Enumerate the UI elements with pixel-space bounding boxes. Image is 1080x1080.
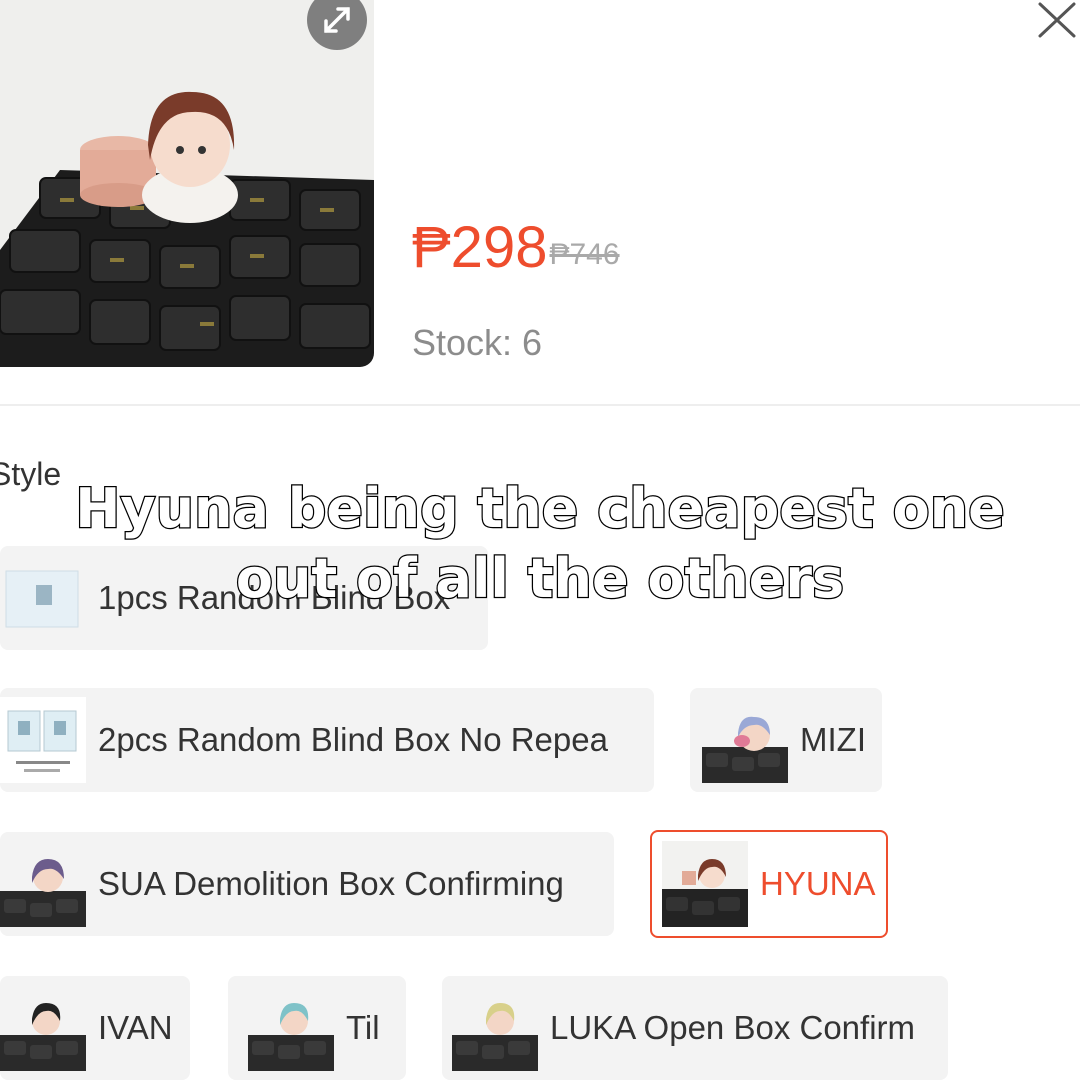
option-label: Til [346,1009,380,1046]
close-icon [1038,2,1076,38]
option-2pcs-random-blind-box[interactable]: 2pcs Random Blind Box No Repea [0,688,654,792]
original-price: ₱746 [549,238,620,271]
caption-line-2: out of all the others [235,546,846,612]
option-label: MIZI [800,721,866,758]
option-ivan[interactable]: IVAN [0,976,190,1080]
caption-overlay: Hyuna being the cheapest one out of all … [0,474,1080,614]
figure-icon [702,697,788,783]
figure-icon [0,841,86,927]
box-icon [0,697,86,783]
divider [0,404,1080,406]
option-label: IVAN [98,1009,173,1046]
option-label: SUA Demolition Box Confirming [98,865,564,902]
option-sua-demolition-box[interactable]: SUA Demolition Box Confirming [0,832,614,936]
option-luka-open-box[interactable]: LUKA Open Box Confirm [442,976,948,1080]
expand-icon [324,7,350,33]
figure-icon [662,841,748,927]
figure-icon [452,985,538,1071]
close-button[interactable] [1034,0,1080,40]
option-hyuna[interactable]: HYUNA [650,830,888,938]
option-mizi[interactable]: MIZI [690,688,882,792]
price-row: ₱298 ₱746 [412,218,620,278]
keycap-figure-image [0,0,374,367]
option-label: LUKA Open Box Confirm [550,1009,915,1046]
option-label: HYUNA [760,865,876,902]
current-price: ₱298 [412,215,548,280]
product-image[interactable] [0,0,374,367]
figure-icon [248,985,334,1071]
stock-count: Stock: 6 [412,322,543,363]
option-til[interactable]: Til [228,976,406,1080]
figure-icon [0,985,86,1071]
option-label: 2pcs Random Blind Box No Repea [98,721,608,758]
caption-line-1: Hyuna being the cheapest one [74,476,1006,542]
